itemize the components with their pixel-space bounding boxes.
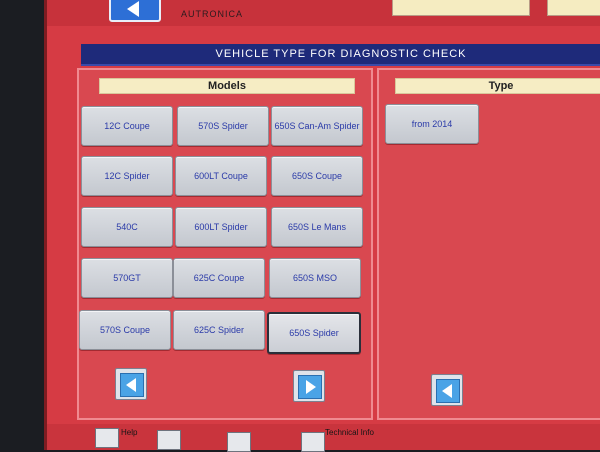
right-arrow-icon	[298, 375, 322, 399]
type-prev-button[interactable]	[431, 374, 463, 406]
type-panel: Type from 2014	[377, 68, 600, 420]
diagnostic-screen: AUTRONICA VEHICLE TYPE FOR DIAGNOSTIC CH…	[44, 0, 600, 452]
left-arrow-icon	[436, 379, 460, 403]
model-button-570s-spider[interactable]: 570S Spider	[177, 106, 269, 146]
model-button-650s-can-am-spider[interactable]: 650S Can-Am Spider	[271, 106, 363, 146]
technical-info-icon[interactable]	[301, 432, 325, 452]
model-button-570gt[interactable]: 570GT	[81, 258, 173, 298]
models-panel: Models 12C Coupe 570S Spider 650S Can-Am…	[77, 68, 373, 420]
help-label[interactable]: Help	[121, 428, 137, 450]
models-prev-button[interactable]	[115, 368, 147, 400]
help-icon[interactable]	[95, 428, 119, 448]
model-button-650s-le-mans[interactable]: 650S Le Mans	[271, 207, 363, 247]
brand-label: AUTRONICA	[181, 9, 244, 19]
models-heading: Models	[99, 78, 355, 94]
model-button-625c-spider[interactable]: 625C Spider	[173, 310, 265, 350]
technical-info-label[interactable]: Technical Info	[325, 428, 385, 450]
model-button-540c[interactable]: 540C	[81, 207, 173, 247]
left-arrow-icon	[120, 373, 144, 397]
top-tab-2[interactable]	[547, 0, 600, 16]
type-button-from-2014[interactable]: from 2014	[385, 104, 479, 144]
monitor-icon[interactable]	[227, 432, 251, 452]
model-button-12c-spider[interactable]: 12C Spider	[81, 156, 173, 196]
type-heading: Type	[395, 78, 600, 94]
model-button-570s-coupe[interactable]: 570S Coupe	[79, 310, 171, 350]
model-button-650s-spider[interactable]: 650S Spider	[267, 312, 361, 354]
page-title: VEHICLE TYPE FOR DIAGNOSTIC CHECK	[81, 44, 600, 66]
model-button-600lt-spider[interactable]: 600LT Spider	[175, 207, 267, 247]
book-icon[interactable]	[157, 430, 181, 450]
model-button-650s-mso[interactable]: 650S MSO	[269, 258, 361, 298]
model-button-600lt-coupe[interactable]: 600LT Coupe	[175, 156, 267, 196]
top-tab-1[interactable]	[392, 0, 530, 16]
back-button[interactable]	[109, 0, 161, 22]
models-next-button[interactable]	[293, 370, 325, 402]
model-button-12c-coupe[interactable]: 12C Coupe	[81, 106, 173, 146]
model-button-625c-coupe[interactable]: 625C Coupe	[173, 258, 265, 298]
model-button-650s-coupe[interactable]: 650S Coupe	[271, 156, 363, 196]
